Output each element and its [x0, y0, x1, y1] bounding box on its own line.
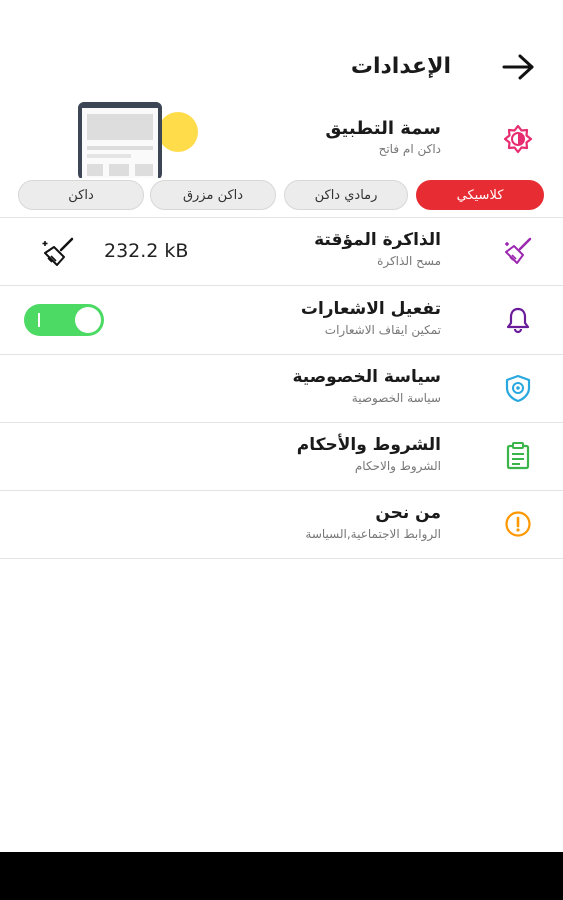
- shield-icon: [505, 374, 531, 403]
- theme-options: كلاسيكي رمادي داكن داكن مزرق داكن: [18, 180, 544, 210]
- cache-title: الذاكرة المؤقتة: [314, 230, 441, 250]
- privacy-title: سياسة الخصوصية: [292, 367, 441, 387]
- page-title: الإعدادات: [350, 54, 451, 79]
- settings-row-privacy[interactable]: سياسة الخصوصية سياسة الخصوصية: [0, 355, 563, 423]
- info-icon: [505, 511, 531, 537]
- terms-subtitle: الشروط والاحكام: [354, 459, 441, 473]
- settings-row-notifications: تفعيل الاشعارات تمكين ايقاف الاشعارات: [0, 287, 563, 355]
- terms-title: الشروط والأحكام: [296, 435, 441, 455]
- theme-option-dark[interactable]: داكن: [18, 180, 144, 210]
- arrow-right-icon[interactable]: [501, 52, 535, 82]
- theme-option-dark-blue[interactable]: داكن مزرق: [150, 180, 276, 210]
- broom-icon: [505, 237, 532, 264]
- clear-cache-broom-icon[interactable]: [40, 236, 76, 268]
- notifications-title: تفعيل الاشعارات: [300, 299, 441, 319]
- theme-option-classic[interactable]: كلاسيكي: [416, 180, 544, 210]
- clipboard-icon: [506, 442, 530, 470]
- theme-option-dark-gray[interactable]: رمادي داكن: [284, 180, 408, 210]
- settings-row-cache[interactable]: الذاكرة المؤقتة مسح الذاكرة 232.2 kB: [0, 218, 563, 286]
- toggle-on-mark: [38, 313, 40, 327]
- toggle-knob: [75, 307, 101, 333]
- system-navigation-bar: [0, 852, 563, 900]
- notifications-toggle[interactable]: [24, 304, 104, 336]
- privacy-subtitle: سياسة الخصوصية: [351, 391, 441, 405]
- theme-title: سمة التطبيق: [325, 118, 441, 139]
- about-subtitle: الروابط الاجتماعية,السياسة: [305, 527, 441, 541]
- theme-brightness-icon: [503, 124, 533, 154]
- phone-illustration: [78, 102, 198, 178]
- about-title: من نحن: [375, 503, 441, 523]
- notifications-subtitle: تمكين ايقاف الاشعارات: [324, 323, 441, 337]
- theme-section: سمة التطبيق داكن ام فاتح كلاسيكي رمادي د…: [0, 96, 563, 218]
- bell-icon: [506, 307, 530, 334]
- settings-row-about[interactable]: من نحن الروابط الاجتماعية,السياسة: [0, 491, 563, 559]
- cache-size-value: 232.2 kB: [104, 240, 189, 262]
- cache-subtitle: مسح الذاكرة: [377, 254, 441, 268]
- theme-subtitle: داكن ام فاتح: [378, 142, 441, 156]
- settings-row-terms[interactable]: الشروط والأحكام الشروط والاحكام: [0, 423, 563, 491]
- app-header: الإعدادات: [0, 0, 563, 100]
